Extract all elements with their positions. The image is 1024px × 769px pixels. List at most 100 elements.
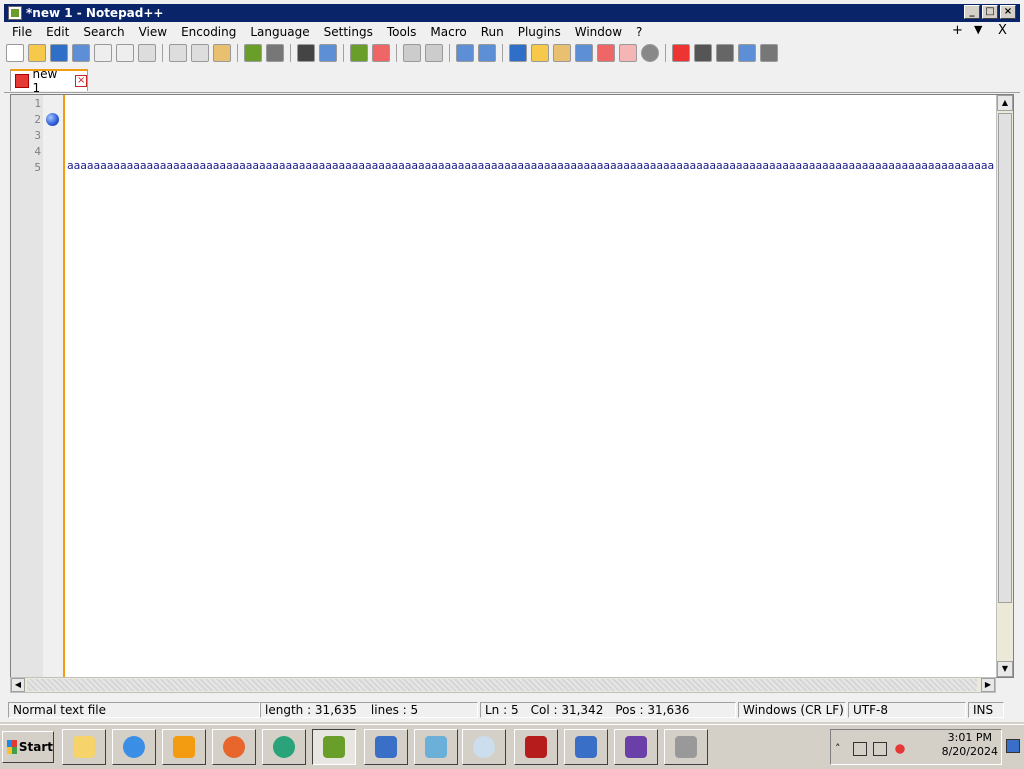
sync-horizontal-icon[interactable]: [425, 44, 443, 62]
user-lang-icon[interactable]: [531, 44, 549, 62]
status-insert-mode[interactable]: INS: [968, 702, 1004, 718]
menu-language[interactable]: Language: [242, 25, 315, 39]
tab-new-1[interactable]: new 1 ×: [10, 67, 88, 95]
menu-window[interactable]: Window: [567, 25, 628, 39]
horizontal-scrollbar[interactable]: ◀ ▶: [10, 677, 996, 693]
toolbar-separator: [343, 44, 344, 62]
replace-icon[interactable]: [319, 44, 337, 62]
taskbar-media-player[interactable]: [162, 729, 206, 765]
dropdown-button[interactable]: ▼: [974, 23, 982, 36]
run-macro-multiple-icon[interactable]: [738, 44, 756, 62]
scroll-left-icon[interactable]: ◀: [11, 678, 25, 692]
volume-muted-icon[interactable]: [893, 742, 907, 756]
status-ln: Ln : 5: [485, 703, 519, 717]
stop-macro-icon[interactable]: [694, 44, 712, 62]
taskbar-remote-desktop[interactable]: [564, 729, 608, 765]
menu-file[interactable]: File: [4, 25, 38, 39]
taskbar-visual-studio[interactable]: [614, 729, 658, 765]
zoom-in-icon[interactable]: [350, 44, 368, 62]
folder-workspace-icon[interactable]: [597, 44, 615, 62]
close-window-button[interactable]: ×: [1000, 5, 1016, 19]
taskbar-firefox[interactable]: [212, 729, 256, 765]
media-player-icon: [173, 736, 195, 758]
editor-pane[interactable]: 1 2 3 4 5 aaaaaaaaaaaaaaaaaaaaaaaaaaaaaa…: [10, 94, 1014, 678]
calculator-icon: [375, 736, 397, 758]
menu-help[interactable]: ?: [628, 25, 648, 39]
text-area[interactable]: aaaaaaaaaaaaaaaaaaaaaaaaaaaaaaaaaaaaaaaa…: [67, 95, 995, 677]
bookmark-icon[interactable]: [46, 113, 59, 126]
find-icon[interactable]: [297, 44, 315, 62]
function-list-icon[interactable]: [575, 44, 593, 62]
taskbar-explorer[interactable]: [62, 729, 106, 765]
close-all-icon[interactable]: [116, 44, 134, 62]
scroll-thumb[interactable]: [998, 113, 1012, 603]
menu-tools[interactable]: Tools: [379, 25, 423, 39]
menu-edit[interactable]: Edit: [38, 25, 75, 39]
taskbar-app-green[interactable]: [262, 729, 306, 765]
status-lines: lines : 5: [370, 703, 419, 717]
save-macro-icon[interactable]: [760, 44, 778, 62]
close-icon[interactable]: [94, 44, 112, 62]
doc-map-icon[interactable]: [553, 44, 571, 62]
word-wrap-icon[interactable]: [456, 44, 474, 62]
status-encoding[interactable]: UTF-8: [848, 702, 966, 718]
h-scroll-thumb[interactable]: [27, 679, 977, 691]
tab-close-icon[interactable]: ×: [75, 75, 87, 87]
show-desktop-icon[interactable]: [1006, 739, 1020, 753]
new-file-icon[interactable]: [6, 44, 24, 62]
action-center-flag-icon[interactable]: [853, 742, 867, 756]
indent-guide-icon[interactable]: [509, 44, 527, 62]
status-eol[interactable]: Windows (CR LF): [738, 702, 846, 718]
taskbar-notepadpp[interactable]: [312, 729, 356, 765]
monitoring-icon[interactable]: [619, 44, 637, 62]
undo-icon[interactable]: [244, 44, 262, 62]
vertical-scrollbar[interactable]: ▲ ▼: [996, 95, 1013, 677]
menu-macro[interactable]: Macro: [422, 25, 472, 39]
minimize-button[interactable]: _: [964, 5, 980, 19]
record-macro-icon[interactable]: [672, 44, 690, 62]
add-button[interactable]: +: [952, 23, 963, 38]
title-bar[interactable]: *new 1 - Notepad++ _ □ ×: [4, 4, 1020, 22]
sync-vertical-icon[interactable]: [403, 44, 421, 62]
cut-icon[interactable]: [169, 44, 187, 62]
taskbar-paint[interactable]: [462, 729, 506, 765]
scroll-up-icon[interactable]: ▲: [997, 95, 1013, 111]
taskbar-calculator[interactable]: [364, 729, 408, 765]
notepadpp-app-icon[interactable]: [8, 6, 22, 20]
scroll-down-icon[interactable]: ▼: [997, 661, 1013, 677]
open-file-icon[interactable]: [28, 44, 46, 62]
text-line[interactable]: aaaaaaaaaaaaaaaaaaaaaaaaaaaaaaaaaaaaaaaa…: [67, 159, 994, 172]
menu-search[interactable]: Search: [75, 25, 130, 39]
play-macro-icon[interactable]: [716, 44, 734, 62]
menu-run[interactable]: Run: [473, 25, 510, 39]
redo-icon[interactable]: [266, 44, 284, 62]
focus-icon[interactable]: [641, 44, 659, 62]
close-doc-button[interactable]: X: [998, 23, 1007, 38]
save-icon[interactable]: [50, 44, 68, 62]
status-file-type: Normal text file: [8, 702, 260, 718]
taskbar-paper-plane[interactable]: [414, 729, 458, 765]
show-hidden-icons-icon[interactable]: ˄: [835, 742, 849, 756]
show-all-chars-icon[interactable]: [478, 44, 496, 62]
line-number: 2: [34, 113, 41, 126]
maximize-button[interactable]: □: [982, 5, 998, 19]
network-icon[interactable]: [873, 742, 887, 756]
print-icon[interactable]: [138, 44, 156, 62]
taskbar-acrobat[interactable]: [514, 729, 558, 765]
zoom-out-icon[interactable]: [372, 44, 390, 62]
save-all-icon[interactable]: [72, 44, 90, 62]
scroll-right-icon[interactable]: ▶: [981, 678, 995, 692]
menu-view[interactable]: View: [131, 25, 173, 39]
paste-icon[interactable]: [213, 44, 231, 62]
menu-plugins[interactable]: Plugins: [510, 25, 567, 39]
clock[interactable]: 3:01 PM 8/20/2024: [942, 731, 998, 759]
menu-settings[interactable]: Settings: [316, 25, 379, 39]
bookmark-margin[interactable]: [43, 95, 65, 677]
start-button[interactable]: Start: [2, 731, 54, 763]
copy-icon[interactable]: [191, 44, 209, 62]
line-number: 5: [34, 161, 41, 174]
taskbar-ie[interactable]: [112, 729, 156, 765]
menu-encoding[interactable]: Encoding: [173, 25, 242, 39]
taskbar-printer[interactable]: [664, 729, 708, 765]
acrobat-icon: [525, 736, 547, 758]
